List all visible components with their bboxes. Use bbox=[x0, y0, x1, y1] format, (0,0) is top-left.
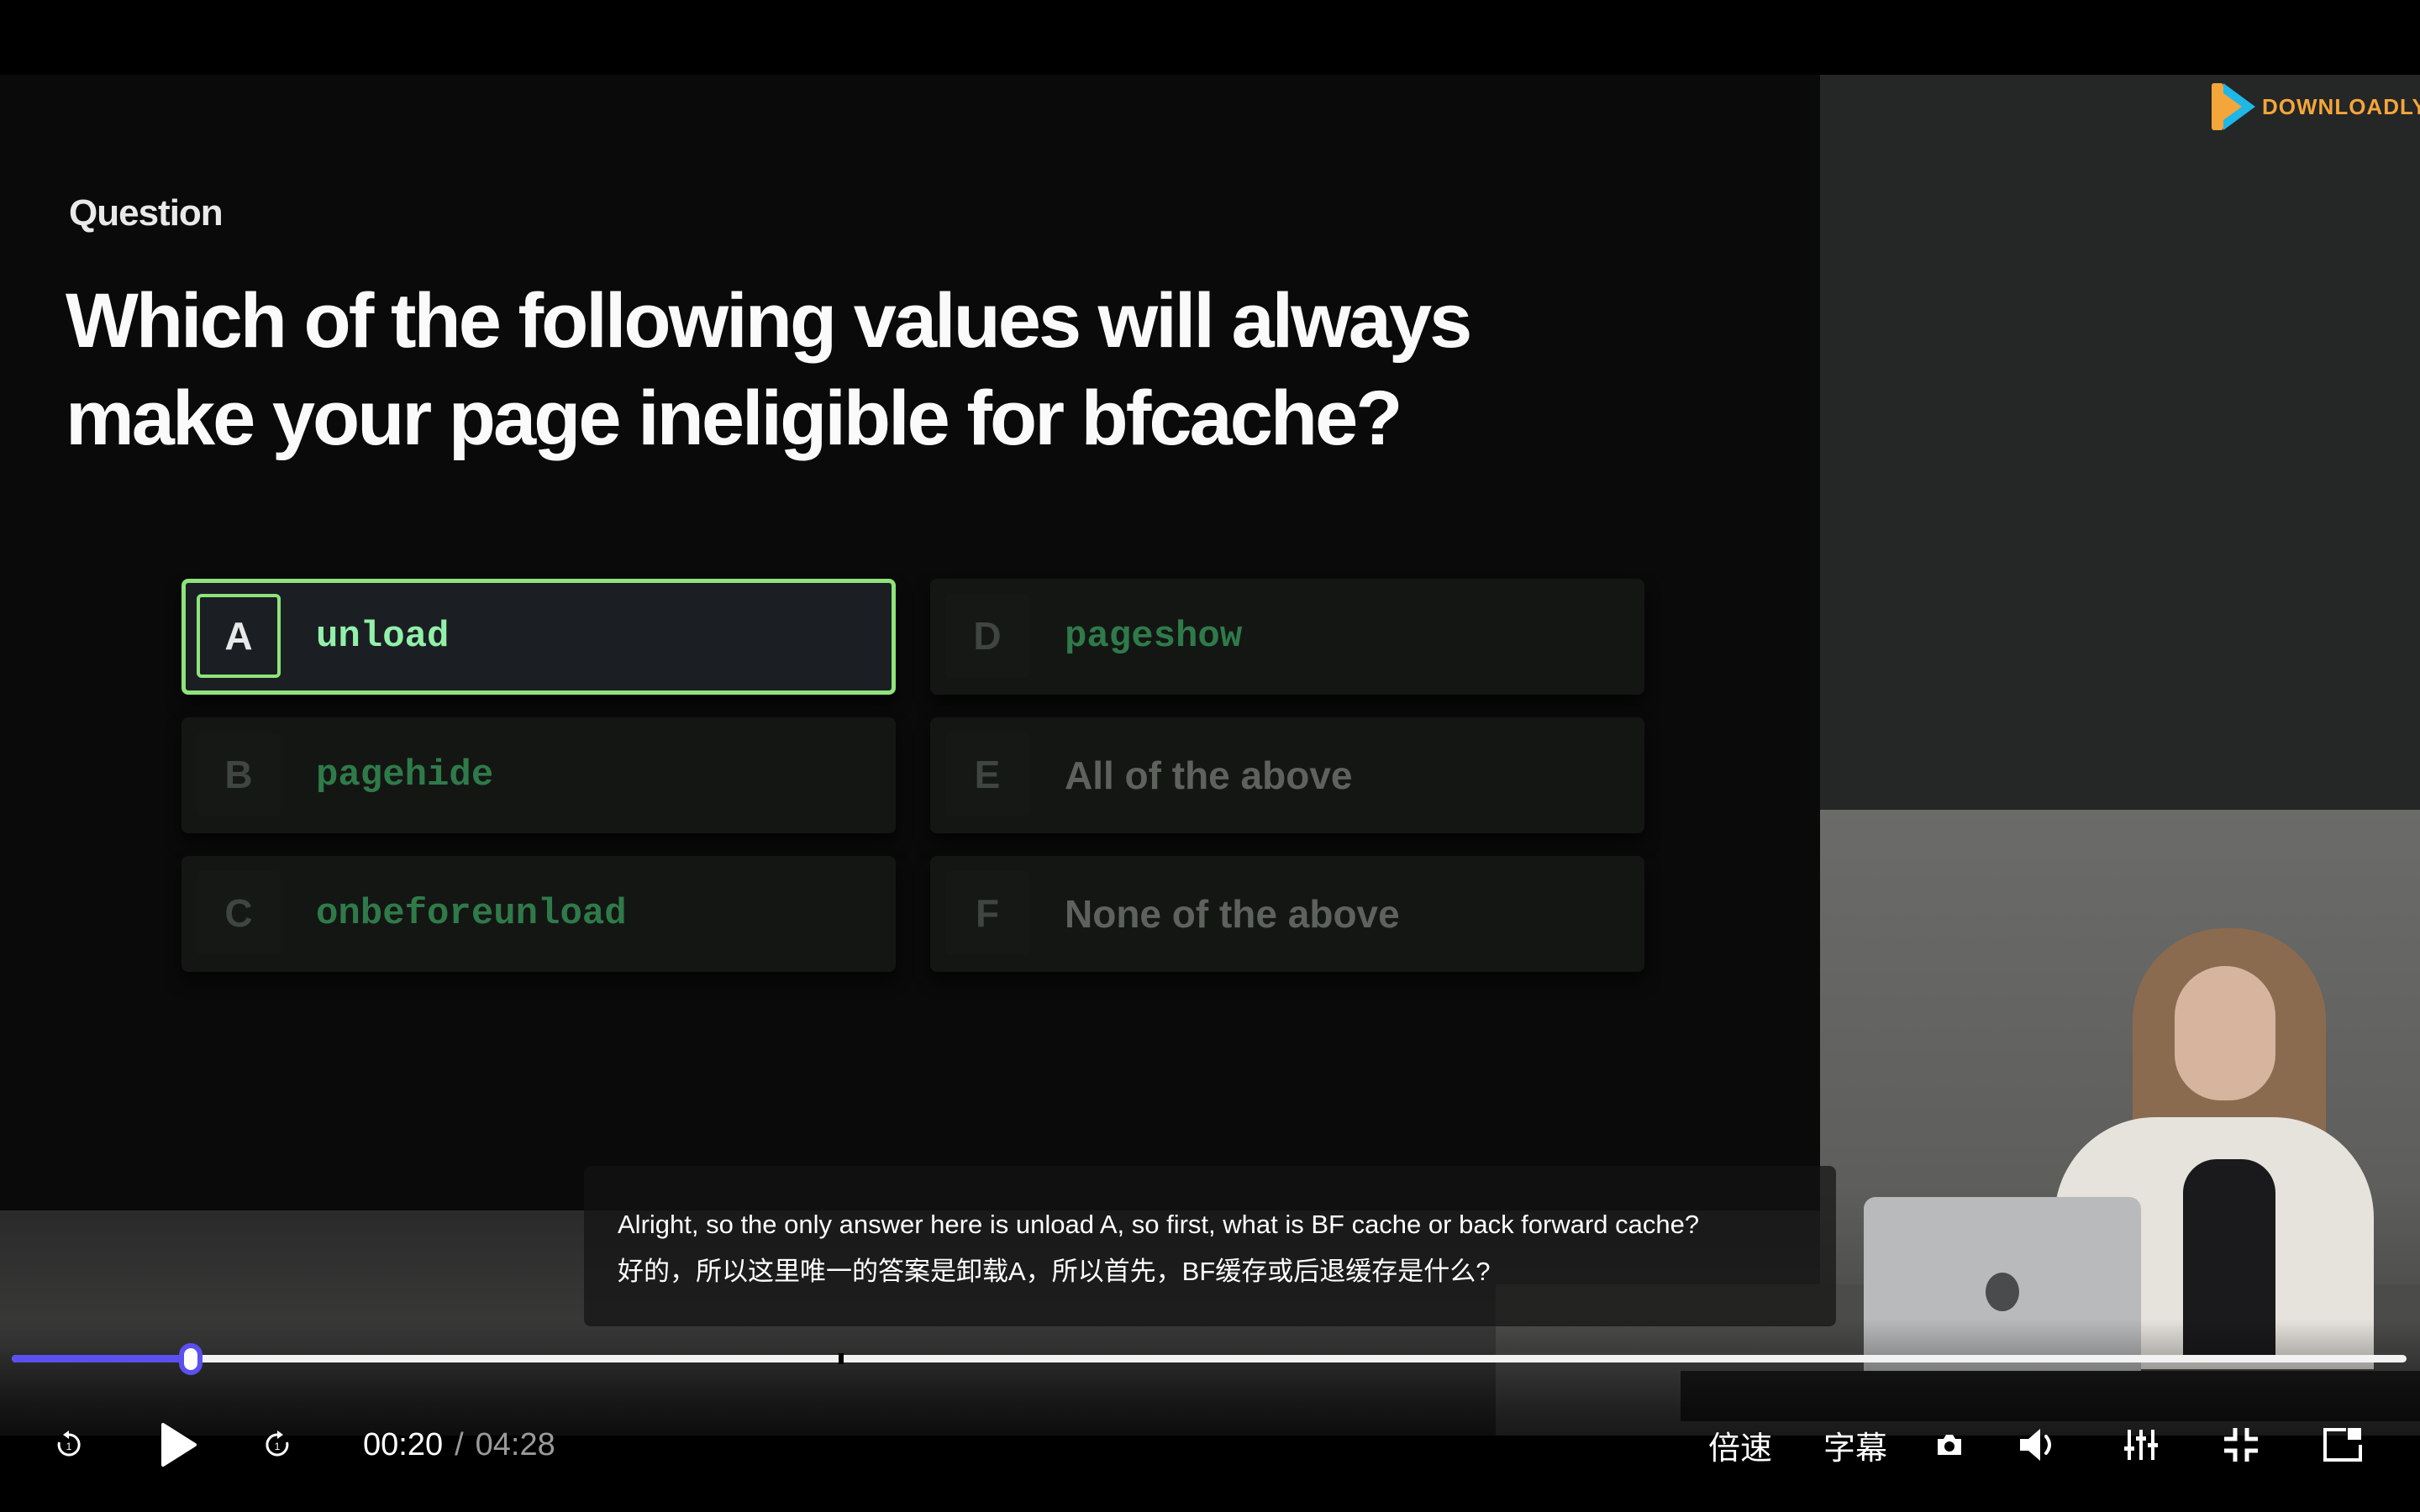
option-c: C onbeforeunload bbox=[182, 856, 896, 972]
option-value: pagehide bbox=[316, 754, 494, 796]
subtitle-english: Alright, so the only answer here is unlo… bbox=[618, 1210, 1700, 1239]
option-value: unload bbox=[316, 616, 450, 658]
play-icon bbox=[161, 1423, 197, 1467]
question-kicker: Question bbox=[69, 192, 224, 234]
speed-button[interactable]: 倍速 bbox=[1708, 1420, 1772, 1470]
time-display: 00:20 / 04:28 bbox=[363, 1420, 555, 1470]
downloadly-logo-icon bbox=[2212, 83, 2255, 130]
rewind-icon: 1 bbox=[57, 1431, 81, 1457]
option-value: None of the above bbox=[1065, 892, 1400, 936]
option-a: A unload bbox=[182, 579, 896, 695]
option-value: pageshow bbox=[1065, 616, 1243, 658]
subtitle-chinese: 好的，所以这里唯一的答案是卸载A，所以首先，BF缓存或后退缓存是什么? bbox=[618, 1257, 1491, 1286]
picture-in-picture-button[interactable] bbox=[2323, 1420, 2363, 1470]
watermark-logo: DOWNLOADLY.IR bbox=[2212, 81, 2420, 132]
option-value: All of the above bbox=[1065, 753, 1353, 797]
progress-played bbox=[12, 1355, 191, 1362]
volume-button[interactable] bbox=[2017, 1420, 2062, 1470]
svg-text:1: 1 bbox=[275, 1441, 281, 1452]
camera-icon bbox=[1938, 1435, 1961, 1455]
total-time: 04:28 bbox=[475, 1426, 555, 1462]
slide: Question Which of the following values w… bbox=[0, 75, 1820, 1210]
question-title: Which of the following values will alway… bbox=[66, 278, 1472, 461]
progress-handle[interactable] bbox=[178, 1343, 203, 1375]
exit-fullscreen-icon bbox=[2224, 1428, 2258, 1462]
option-key: B bbox=[197, 732, 281, 816]
play-button[interactable] bbox=[160, 1420, 198, 1470]
option-b: B pagehide bbox=[182, 717, 896, 833]
watermark-text: DOWNLOADLY.IR bbox=[2262, 93, 2420, 119]
settings-button[interactable] bbox=[2123, 1420, 2160, 1470]
exit-fullscreen-button[interactable] bbox=[2222, 1420, 2260, 1470]
time-separator: / bbox=[455, 1426, 464, 1462]
presenter-face bbox=[2175, 966, 2275, 1100]
subtitle-box: Alright, so the only answer here is unlo… bbox=[584, 1166, 1836, 1326]
option-key: D bbox=[945, 594, 1029, 678]
screenshot-button[interactable] bbox=[1935, 1420, 1964, 1470]
apple-logo-icon bbox=[1986, 1273, 2019, 1311]
option-key: A bbox=[197, 594, 281, 678]
presenter-backdrop bbox=[1820, 75, 2420, 810]
volume-icon bbox=[2020, 1429, 2051, 1461]
option-key: F bbox=[945, 871, 1029, 955]
progress-bar[interactable] bbox=[12, 1355, 2407, 1362]
forward-icon: 1 bbox=[266, 1431, 289, 1457]
option-value: onbeforeunload bbox=[316, 893, 627, 935]
option-f: F None of the above bbox=[930, 856, 1644, 972]
option-key: E bbox=[945, 732, 1029, 816]
equalizer-icon bbox=[2124, 1430, 2158, 1460]
current-time: 00:20 bbox=[363, 1426, 444, 1462]
forward-button[interactable]: 1 bbox=[260, 1420, 294, 1470]
player-controls bbox=[0, 1319, 2420, 1512]
subtitle-button[interactable]: 字幕 bbox=[1823, 1420, 1887, 1470]
option-d: D pageshow bbox=[930, 579, 1644, 695]
rewind-button[interactable]: 1 bbox=[52, 1420, 86, 1470]
option-e: E All of the above bbox=[930, 717, 1644, 833]
chapter-marker bbox=[839, 1353, 844, 1364]
svg-text:1: 1 bbox=[66, 1441, 72, 1452]
picture-in-picture-icon bbox=[2323, 1428, 2362, 1462]
option-key: C bbox=[197, 871, 281, 955]
